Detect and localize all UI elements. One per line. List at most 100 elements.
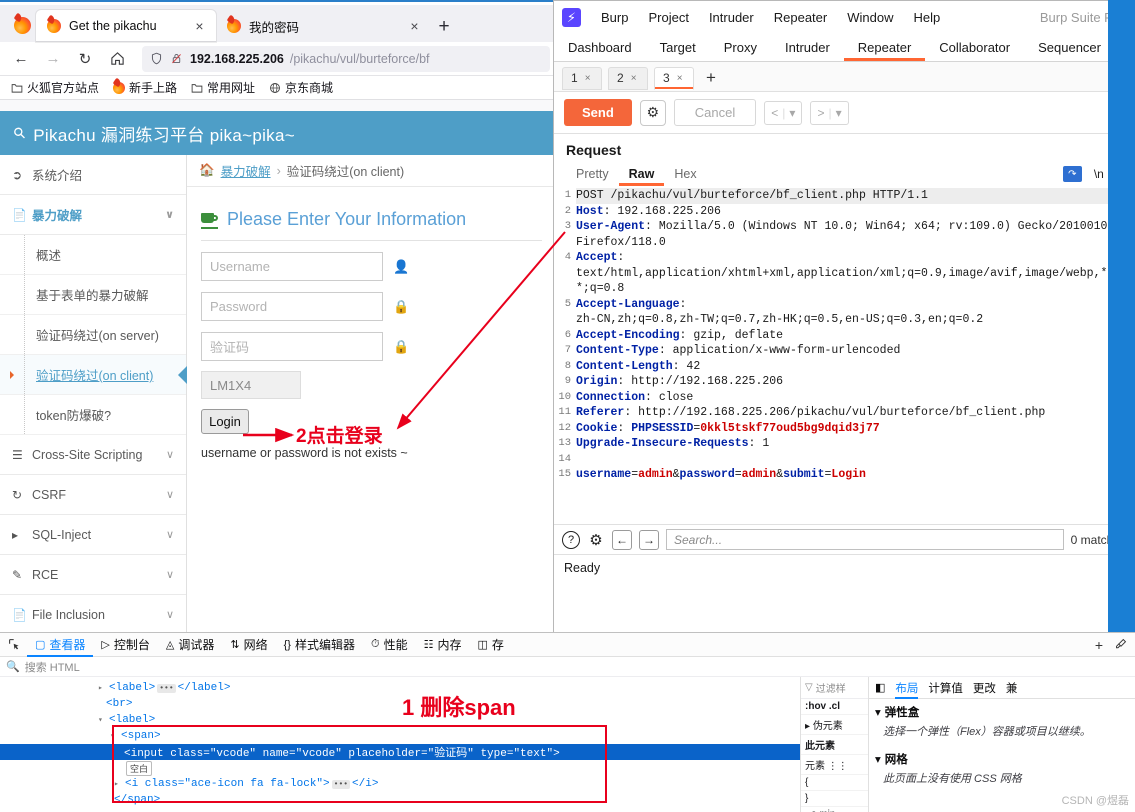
reload-icon[interactable]: ↻ (70, 45, 100, 73)
layout-tab-computed[interactable]: 计算值 (928, 680, 963, 696)
bookmark-item-1[interactable]: 新手上路 (108, 77, 182, 98)
hov-cls-row[interactable]: :hov .cl (801, 699, 868, 715)
menu-item-intruder[interactable]: Intruder (699, 10, 764, 25)
dom-line[interactable]: ▸ <label> ••• </label> (0, 680, 800, 696)
sidebar-item-system-intro[interactable]: ➲ 系统介绍 (0, 155, 186, 195)
settings-gear-icon[interactable]: ⚙ (639, 99, 666, 126)
login-button[interactable]: Login (201, 409, 249, 434)
ellipsis-icon[interactable]: ••• (157, 683, 176, 693)
sidebar-item-sql-inject[interactable]: ▸ SQL-Inject ∨ (0, 515, 186, 555)
add-repeater-tab-button[interactable]: + (700, 68, 722, 88)
dom-tree[interactable]: ▸ <label> ••• </label> <br> ▾ <label> ▾ … (0, 677, 800, 812)
dom-line[interactable]: ▾ <span> (0, 728, 800, 744)
tab-close-icon[interactable]: × (406, 18, 423, 35)
rules-filter-bar[interactable]: ▽ 过滤样 (801, 677, 868, 699)
dom-line[interactable]: ▾ <label> (0, 712, 800, 728)
twisty-expanded-icon[interactable]: ▾ (110, 731, 118, 741)
tab-proxy[interactable]: Proxy (710, 33, 771, 61)
dom-line-selected[interactable]: <input class="vcode" name="vcode" placeh… (0, 744, 800, 760)
drag-handle-icon[interactable]: ⋮⋮ (828, 761, 848, 772)
filter-input[interactable]: 过滤样 (816, 680, 846, 695)
browser-tab-1[interactable]: 我的密码 × (216, 10, 431, 42)
menu-item-burp[interactable]: Burp (591, 10, 638, 25)
close-icon[interactable]: × (585, 73, 591, 84)
dom-line[interactable]: <br> (0, 696, 800, 712)
tab-target[interactable]: Target (646, 33, 710, 61)
browser-tab-0[interactable]: Get the pikachu × (36, 10, 216, 42)
twisty-expanded-icon[interactable]: ▾ (98, 715, 106, 725)
captcha-image[interactable]: LM1X4 (201, 371, 301, 399)
find-prev-button[interactable]: ← (612, 529, 632, 550)
tab-intruder[interactable]: Intruder (771, 33, 844, 61)
close-icon[interactable]: × (677, 73, 683, 84)
menu-item-repeater[interactable]: Repeater (764, 10, 837, 25)
element-rule-row[interactable]: 元素 ⋮⋮ (801, 755, 868, 775)
repeater-tab-1[interactable]: 1 × (562, 66, 602, 90)
home-icon[interactable] (102, 45, 132, 73)
hov-toggle[interactable]: :hov (805, 701, 826, 712)
sidebar-subitem-form-brute[interactable]: 基于表单的暴力破解 (0, 275, 186, 315)
find-search-input[interactable]: Search... (666, 529, 1064, 550)
tab-console[interactable]: ▷ 控制台 (93, 633, 157, 657)
layout-tab-changes[interactable]: 更改 (973, 680, 996, 696)
tab-storage[interactable]: ◫ 存 (470, 633, 512, 657)
tab-close-icon[interactable]: × (191, 18, 208, 35)
tab-style-editor[interactable]: {} 样式编辑器 (276, 633, 363, 657)
newline-icon[interactable]: \n (1094, 167, 1104, 181)
password-input[interactable]: Password (201, 292, 383, 321)
dom-line[interactable]: ▸ <i class="ace-icon fa fa-lock"> ••• </… (0, 776, 800, 792)
flexbox-section-header[interactable]: ▾ 弹性盒 (869, 699, 1135, 725)
view-tab-raw[interactable]: Raw (619, 162, 665, 186)
repeater-tab-2[interactable]: 2 × (608, 66, 648, 90)
sidebar-item-xss[interactable]: ☰ Cross-Site Scripting ∨ (0, 435, 186, 475)
new-tab-button[interactable]: + (431, 12, 457, 42)
help-icon[interactable]: ? (562, 530, 580, 549)
dom-line[interactable]: 空白 (0, 760, 800, 776)
send-button[interactable]: Send (564, 99, 632, 126)
cancel-button[interactable]: Cancel (673, 99, 757, 126)
find-next-button[interactable]: → (639, 529, 659, 550)
sidebar-subitem-overview[interactable]: 概述 (0, 235, 186, 275)
pseudo-elements-row[interactable]: ▸ 伪元素 (801, 715, 868, 735)
eyedropper-icon[interactable] (1115, 638, 1127, 653)
sidebar-item-rce[interactable]: ✎ RCE ∨ (0, 555, 186, 595)
wrap-lines-icon[interactable]: ↷ (1062, 166, 1082, 182)
add-rule-button[interactable]: + (1095, 637, 1103, 653)
menu-item-window[interactable]: Window (837, 10, 903, 25)
request-raw-editor[interactable]: 1 POST /pikachu/vul/burteforce/bf_client.… (554, 186, 1134, 524)
sidebar-item-csrf[interactable]: ↻ CSRF ∨ (0, 475, 186, 515)
search-input[interactable]: 搜索 HTML (25, 659, 80, 675)
tab-memory[interactable]: ☷ 内存 (416, 633, 470, 657)
sidebar-subitem-vcode-server[interactable]: 验证码绕过(on server) (0, 315, 186, 355)
vcode-input[interactable]: 验证码 (201, 332, 383, 361)
back-icon[interactable]: ← (6, 45, 36, 73)
breadcrumb-parent[interactable]: 暴力破解 (221, 161, 271, 180)
tab-debugger[interactable]: ◬ 调试器 (158, 633, 222, 657)
tab-dashboard[interactable]: Dashboard (554, 33, 646, 61)
tab-network[interactable]: ⇅ 网络 (222, 633, 275, 657)
url-bar[interactable]: 192.168.225.206 /pikachu/vul/burteforce/… (142, 45, 550, 72)
sidebar-subitem-vcode-client[interactable]: 验证码绕过(on client) (0, 355, 187, 395)
tab-sequencer[interactable]: Sequencer (1024, 33, 1115, 61)
devtools-search-bar[interactable]: 🔍 搜索 HTML (0, 657, 1135, 677)
view-tab-pretty[interactable]: Pretty (566, 162, 619, 186)
bookmark-item-0[interactable]: 火狐官方站点 (6, 77, 104, 98)
prev-request-button[interactable]: < | ▾ (764, 100, 803, 125)
bookmark-item-2[interactable]: 常用网址 (186, 77, 260, 98)
settings-gear-icon[interactable]: ⚙ (587, 531, 605, 549)
next-rule-row[interactable]: e.min. (801, 807, 868, 812)
dom-line[interactable]: </span> (0, 792, 800, 808)
layout-tab-layout[interactable]: 布局 (895, 677, 918, 699)
cls-toggle[interactable]: .cl (829, 701, 840, 712)
tab-performance[interactable]: ⏱ 性能 (363, 633, 416, 657)
layout-tab-compat[interactable]: 兼 (1006, 680, 1018, 696)
panel-toggle-icon[interactable]: ◧ (875, 681, 885, 694)
tab-inspector[interactable]: ▢ 查看器 (27, 633, 93, 657)
menu-item-help[interactable]: Help (903, 10, 950, 25)
view-tab-hex[interactable]: Hex (664, 162, 706, 186)
twisty-collapsed-icon[interactable]: ▸ (114, 779, 122, 789)
bookmark-item-3[interactable]: 京东商城 (264, 77, 338, 98)
menu-item-project[interactable]: Project (638, 10, 698, 25)
element-picker-icon[interactable] (2, 633, 27, 657)
twisty-collapsed-icon[interactable]: ▸ (98, 683, 106, 693)
